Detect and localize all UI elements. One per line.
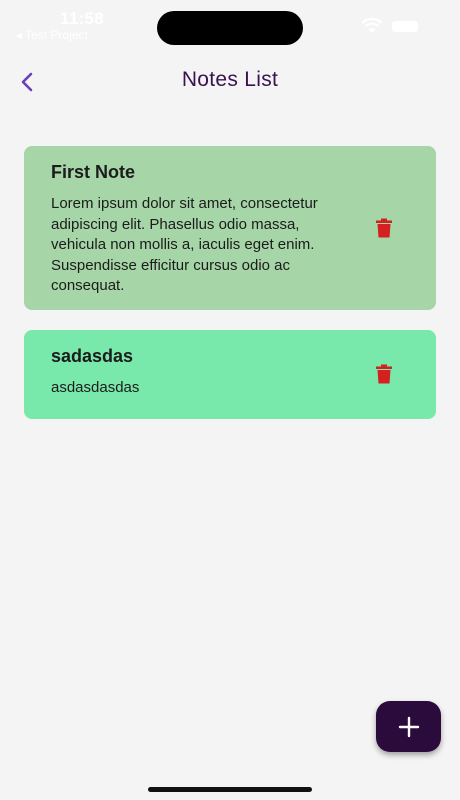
dynamic-island bbox=[157, 11, 303, 45]
status-time: 11:58 bbox=[60, 9, 105, 28]
wifi-icon bbox=[361, 18, 383, 33]
battery-icon bbox=[392, 21, 418, 32]
note-body: asdasdasdas bbox=[51, 379, 140, 396]
trash-icon bbox=[376, 364, 392, 384]
trash-icon bbox=[376, 218, 392, 238]
back-to-app-link[interactable]: ◂ Test Project bbox=[16, 28, 88, 42]
add-note-button[interactable] bbox=[376, 701, 441, 752]
note-card[interactable]: sadasdas asdasdasdas bbox=[24, 330, 436, 419]
home-indicator bbox=[148, 787, 312, 792]
note-card[interactable]: First Note Lorem ipsum dolor sit amet, c… bbox=[24, 146, 436, 310]
note-body: Lorem ipsum dolor sit amet, consectetur … bbox=[51, 195, 318, 294]
delete-note-button[interactable] bbox=[374, 363, 394, 385]
note-title: First Note bbox=[51, 162, 136, 182]
status-bar: 11:58 ◂ Test Project bbox=[0, 0, 460, 50]
page-title: Notes List bbox=[181, 68, 279, 91]
delete-note-button[interactable] bbox=[374, 217, 394, 239]
note-title: sadasdas bbox=[51, 346, 134, 366]
plus-icon bbox=[398, 716, 419, 737]
